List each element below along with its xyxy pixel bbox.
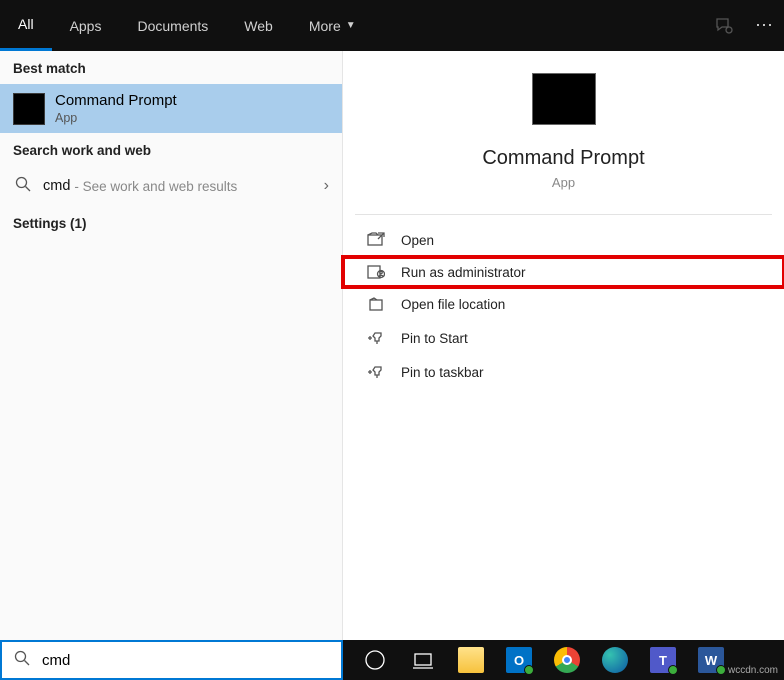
action-run-admin[interactable]: Run as administrator [343,257,784,287]
task-view-button[interactable] [399,640,447,680]
action-open-file-location[interactable]: Open file location [343,287,784,321]
section-best-match: Best match [0,51,342,84]
search-panel: Best match Command Prompt App Search wor… [0,51,784,640]
cmd-icon [13,93,45,125]
taskbar-teams[interactable]: T [639,640,687,680]
search-box[interactable] [0,640,343,680]
web-result-hint: - See work and web results [74,179,237,194]
admin-icon [365,263,387,281]
tab-web[interactable]: Web [226,0,291,51]
taskbar: O T W [343,640,784,680]
web-result-cmd[interactable]: cmd - See work and web results › [0,166,342,206]
divider [355,214,772,215]
preview-subtitle: App [343,175,784,190]
section-search-web: Search work and web [0,133,342,166]
result-title: Command Prompt [55,92,177,109]
taskbar-file-explorer[interactable] [447,640,495,680]
watermark: wccdn.com [728,665,778,676]
action-pin-taskbar-label: Pin to taskbar [401,365,484,380]
app-thumbnail [532,73,596,125]
result-command-prompt[interactable]: Command Prompt App [0,84,342,133]
pin-start-icon [365,329,387,347]
feedback-icon[interactable] [704,0,744,51]
folder-icon [365,295,387,313]
cortana-button[interactable] [351,640,399,680]
action-open-file-loc-label: Open file location [401,297,505,312]
action-pin-start[interactable]: Pin to Start [343,321,784,355]
chevron-down-icon: ▼ [346,20,356,31]
search-input[interactable] [42,652,341,669]
tab-more-label: More [309,18,341,34]
action-open[interactable]: Open [343,223,784,257]
more-options-icon[interactable]: ⋯ [744,0,784,51]
action-run-admin-label: Run as administrator [401,265,526,280]
taskbar-outlook[interactable]: O [495,640,543,680]
results-pane: Best match Command Prompt App Search wor… [0,51,343,640]
result-subtitle: App [55,111,177,125]
bottom-bar: O T W [0,640,784,680]
taskbar-edge[interactable] [591,640,639,680]
action-open-label: Open [401,233,434,248]
tab-all[interactable]: All [0,0,52,51]
section-settings[interactable]: Settings (1) [0,206,342,239]
preview-pane: Command Prompt App Open Run as administr… [343,51,784,640]
tab-more[interactable]: More ▼ [291,0,374,51]
action-pin-start-label: Pin to Start [401,331,468,346]
tab-apps[interactable]: Apps [52,0,120,51]
open-icon [365,231,387,249]
search-icon [2,650,42,671]
web-result-term: cmd [43,178,70,194]
pin-taskbar-icon [365,363,387,381]
tab-documents[interactable]: Documents [119,0,226,51]
taskbar-chrome[interactable] [543,640,591,680]
chevron-right-icon: › [324,177,329,195]
preview-title: Command Prompt [343,147,784,170]
filter-tabbar: All Apps Documents Web More ▼ ⋯ [0,0,784,51]
search-icon [13,176,33,196]
action-pin-taskbar[interactable]: Pin to taskbar [343,355,784,389]
